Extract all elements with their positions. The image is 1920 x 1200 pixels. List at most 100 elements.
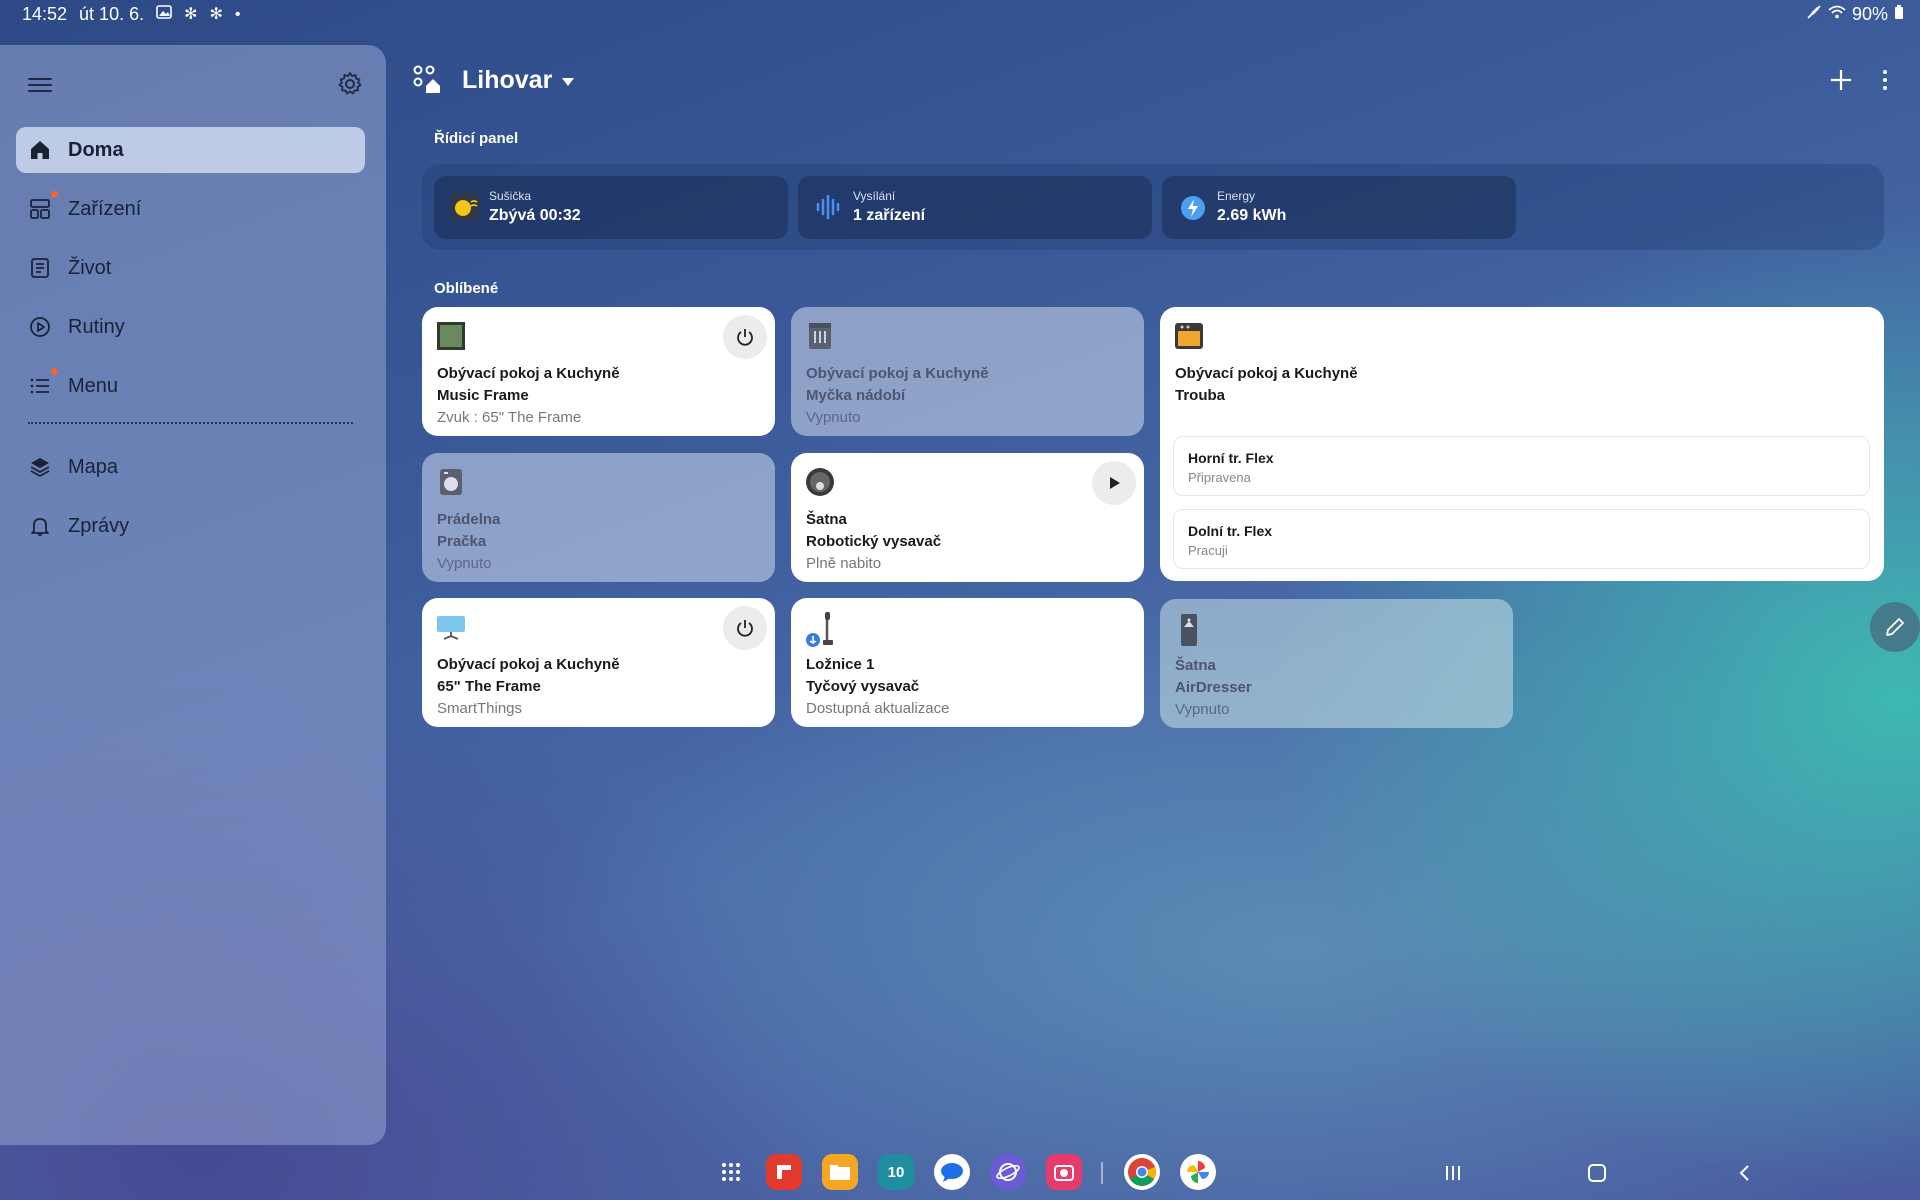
- device-status: Vypnuto: [437, 555, 492, 572]
- device-room: Obývací pokoj a Kuchyně: [437, 656, 620, 673]
- device-card-tv[interactable]: Obývací pokoj a Kuchyně 65" The Frame Sm…: [422, 598, 775, 727]
- frame-speaker-icon: [436, 321, 466, 351]
- control-card-label: Sušička: [489, 189, 532, 203]
- more-options-icon[interactable]: [1876, 66, 1894, 94]
- home-button[interactable]: [1582, 1158, 1612, 1188]
- device-name: Robotický vysavač: [806, 533, 942, 550]
- device-card-music-frame[interactable]: Obývací pokoj a Kuchyně Music Frame Zvuk…: [422, 307, 775, 436]
- sidebar-nav: Doma Zařízení Život Rutiny Menu Mapa Zpr…: [16, 127, 365, 562]
- device-status: Vypnuto: [806, 409, 861, 426]
- control-card-broadcast[interactable]: Vysílání 1 zařízení: [798, 176, 1152, 239]
- device-status: Dostupná aktualizace: [806, 700, 950, 717]
- control-card-value: Zbývá 00:32: [489, 207, 581, 224]
- dryer-icon: [450, 192, 480, 222]
- date: út 10. 6.: [79, 4, 145, 24]
- my-files-app-icon[interactable]: [822, 1154, 858, 1190]
- home-locations-icon[interactable]: [412, 64, 442, 94]
- clock: 14:52: [22, 4, 68, 24]
- broadcast-icon: [814, 192, 844, 222]
- device-card-washer[interactable]: Prádelna Pračka Vypnuto: [422, 453, 775, 582]
- messages-app-icon[interactable]: [934, 1154, 970, 1190]
- app-drawer-icon[interactable]: [713, 1154, 749, 1190]
- google-photos-app-icon[interactable]: [1180, 1154, 1216, 1190]
- oven-icon: [1174, 321, 1204, 351]
- zone-name: Dolní tr. Flex: [1188, 523, 1273, 539]
- wifi-icon: [1828, 4, 1846, 25]
- home-icon: [28, 138, 52, 162]
- fan-notification-icon: ✻: [184, 5, 198, 23]
- sidebar-item-label: Rutiny: [68, 315, 125, 338]
- gallery-notification-icon: [156, 4, 172, 25]
- device-room: Obývací pokoj a Kuchyně: [806, 365, 989, 382]
- taskbar: 10: [0, 1148, 1920, 1198]
- device-name: Tyčový vysavač: [806, 678, 920, 695]
- oven-zone-upper[interactable]: Horní tr. Flex Připravena: [1173, 436, 1870, 496]
- sidebar-item-mapa[interactable]: Mapa: [16, 444, 365, 490]
- tv-icon: [436, 612, 466, 642]
- control-card-label: Vysílání: [853, 189, 896, 203]
- control-panel: Sušička Zbývá 00:32 Vysílání 1 zařízení …: [422, 164, 1884, 250]
- sidebar-item-label: Menu: [68, 374, 119, 397]
- sidebar-item-label: Zařízení: [68, 197, 142, 220]
- map-icon: [28, 455, 52, 479]
- device-card-stick-vacuum[interactable]: Ložnice 1 Tyčový vysavač Dostupná aktual…: [791, 598, 1144, 727]
- device-name: Music Frame: [437, 387, 529, 404]
- flipboard-app-icon[interactable]: [766, 1154, 802, 1190]
- sidebar-divider: [28, 422, 353, 424]
- power-button[interactable]: [723, 315, 767, 359]
- recent-apps-button[interactable]: [1438, 1158, 1468, 1188]
- control-card-dryer[interactable]: Sušička Zbývá 00:32: [434, 176, 788, 239]
- mute-icon: [1806, 4, 1822, 25]
- taskbar-divider: [1101, 1162, 1103, 1184]
- settings-gear-icon[interactable]: [336, 70, 364, 98]
- back-button[interactable]: [1730, 1158, 1760, 1188]
- devices-icon: [28, 191, 58, 221]
- calendar-app-icon[interactable]: 10: [878, 1154, 914, 1190]
- power-button[interactable]: [723, 606, 767, 650]
- home-selector[interactable]: Lihovar: [462, 66, 575, 95]
- device-status: Zvuk : 65" The Frame: [437, 409, 582, 426]
- oven-zone-lower[interactable]: Dolní tr. Flex Pracuji: [1173, 509, 1870, 569]
- sidebar-item-rutiny[interactable]: Rutiny: [16, 304, 365, 350]
- dropdown-caret-icon: [562, 77, 575, 86]
- device-name: Myčka nádobí: [806, 387, 906, 404]
- device-room: Šatna: [806, 511, 847, 528]
- device-card-robot-vacuum[interactable]: Šatna Robotický vysavač Plně nabito: [791, 453, 1144, 582]
- sidebar-item-zpravy[interactable]: Zprávy: [16, 503, 365, 549]
- device-status: SmartThings: [437, 700, 523, 717]
- stick-vacuum-icon: [805, 612, 835, 647]
- chrome-app-icon[interactable]: [1124, 1154, 1160, 1190]
- device-card-dishwasher[interactable]: Obývací pokoj a Kuchyně Myčka nádobí Vyp…: [791, 307, 1144, 436]
- sidebar-item-zivot[interactable]: Život: [16, 245, 365, 291]
- add-button[interactable]: [1827, 66, 1855, 94]
- device-name: 65" The Frame: [437, 678, 541, 695]
- hamburger-menu-icon[interactable]: [28, 74, 52, 98]
- sidebar-item-label: Doma: [68, 138, 124, 161]
- sidebar-item-zarizeni[interactable]: Zařízení: [16, 186, 365, 232]
- edit-pencil-icon[interactable]: [1870, 602, 1920, 652]
- navigation-drawer: Doma Zařízení Život Rutiny Menu Mapa Zpr…: [0, 45, 386, 1145]
- device-status: Vypnuto: [1175, 701, 1230, 718]
- device-card-airdresser[interactable]: Šatna AirDresser Vypnuto: [1160, 599, 1513, 728]
- menu-list-icon: [28, 368, 58, 398]
- zone-status: Připravena: [1188, 470, 1251, 485]
- device-room: Šatna: [1175, 657, 1216, 674]
- sidebar-item-menu[interactable]: Menu: [16, 363, 365, 409]
- device-card-oven[interactable]: Obývací pokoj a Kuchyně Trouba Horní tr.…: [1160, 307, 1884, 581]
- device-room: Ložnice 1: [806, 656, 875, 673]
- sidebar-item-doma[interactable]: Doma: [16, 127, 365, 173]
- camera-app-icon[interactable]: [1046, 1154, 1082, 1190]
- zone-name: Horní tr. Flex: [1188, 450, 1274, 466]
- notification-dot: [51, 191, 58, 198]
- device-status: Plně nabito: [806, 555, 882, 572]
- airdresser-icon: [1174, 613, 1204, 646]
- device-room: Obývací pokoj a Kuchyně: [1175, 365, 1358, 382]
- zone-status: Pracuji: [1188, 543, 1228, 558]
- internet-browser-app-icon[interactable]: [990, 1154, 1026, 1190]
- play-button[interactable]: [1092, 461, 1136, 505]
- sidebar-item-label: Mapa: [68, 455, 119, 478]
- battery-icon: [1894, 4, 1904, 25]
- top-bar: Lihovar: [410, 60, 1900, 104]
- home-name: Lihovar: [462, 66, 553, 94]
- control-card-energy[interactable]: Energy 2.69 kWh: [1162, 176, 1516, 239]
